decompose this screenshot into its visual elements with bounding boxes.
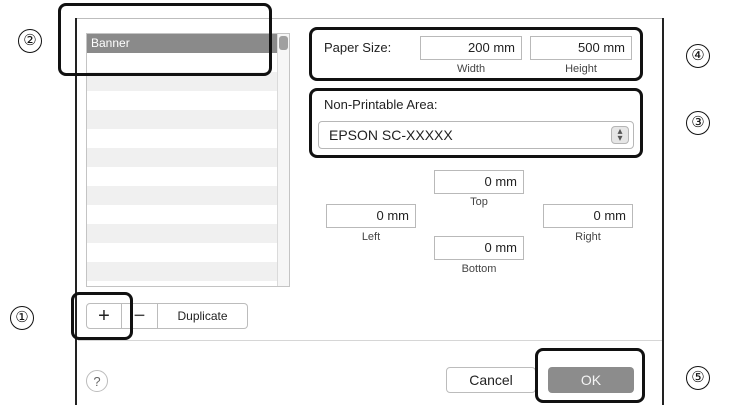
list-scrollbar-thumb[interactable]: [279, 36, 288, 50]
list-item: [87, 129, 277, 148]
margin-left-label: Left: [361, 231, 381, 243]
list-item: [87, 205, 277, 224]
callout-number-1: ①: [10, 306, 34, 330]
margin-top-label: Top: [470, 196, 488, 208]
callout-number-2: ②: [18, 29, 42, 53]
list-item: [87, 262, 277, 281]
callout-box-paper-size: [309, 27, 643, 81]
margin-top-field[interactable]: 0 mm: [434, 170, 524, 194]
help-button[interactable]: ?: [86, 370, 108, 392]
list-item: [87, 243, 277, 262]
callout-box-add-button: [71, 292, 133, 340]
margin-bottom-label: Bottom: [461, 263, 497, 275]
callout-number-4: ④: [686, 44, 710, 68]
callout-number-5: ⑤: [686, 366, 710, 390]
cancel-button[interactable]: Cancel: [446, 367, 536, 393]
margin-bottom-field[interactable]: 0 mm: [434, 236, 524, 260]
list-item: [87, 110, 277, 129]
list-item: [87, 167, 277, 186]
list-item: [87, 186, 277, 205]
footer-divider: [78, 340, 662, 341]
margin-right-label: Right: [575, 231, 601, 243]
duplicate-button[interactable]: Duplicate: [158, 303, 248, 329]
list-item: [87, 91, 277, 110]
dialog-left-border: [75, 18, 77, 405]
margin-right-field[interactable]: 0 mm: [543, 204, 633, 228]
callout-box-non-printable: [309, 88, 643, 158]
callout-number-3: ③: [686, 111, 710, 135]
list-scrollbar[interactable]: [277, 34, 289, 286]
dialog-right-border: [662, 18, 664, 405]
callout-box-list: [58, 3, 272, 76]
list-item: [87, 224, 277, 243]
callout-box-ok-button: [535, 348, 645, 403]
margin-left-field[interactable]: 0 mm: [326, 204, 416, 228]
list-item: [87, 148, 277, 167]
